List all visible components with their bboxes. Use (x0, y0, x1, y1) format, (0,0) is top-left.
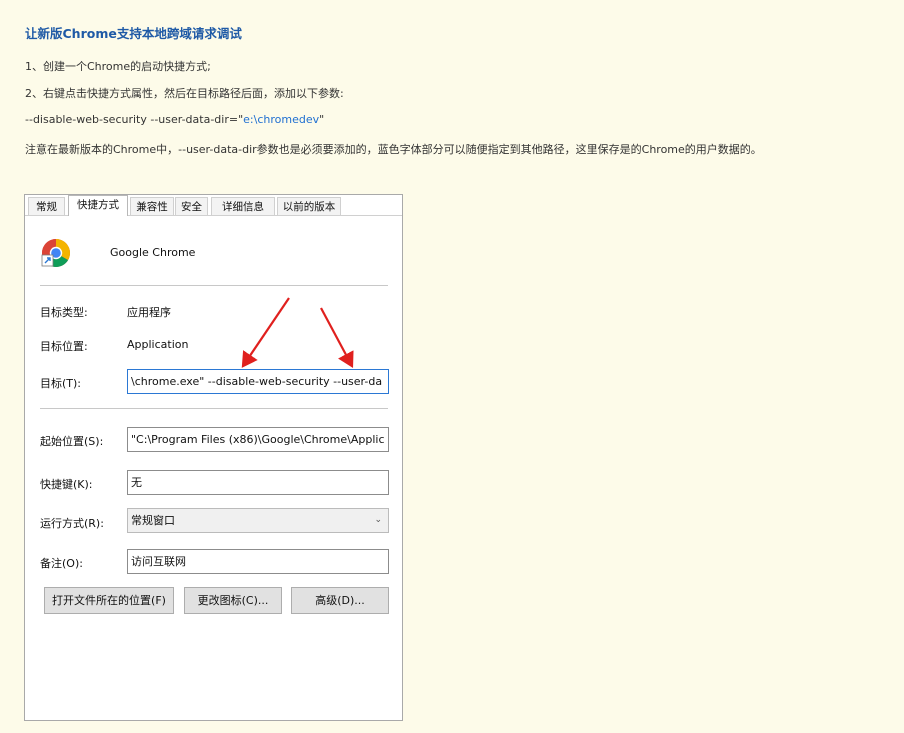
target-type-value: 应用程序 (127, 306, 171, 319)
parameter-line: --disable-web-security --user-data-dir="… (25, 113, 324, 126)
tab-security[interactable]: 安全 (175, 197, 208, 215)
app-name: Google Chrome (110, 246, 196, 259)
tab-details[interactable]: 详细信息 (211, 197, 275, 215)
chevron-down-icon: ⌄ (374, 515, 382, 525)
run-label: 运行方式(R): (40, 517, 104, 530)
start-in-label: 起始位置(S): (40, 435, 104, 448)
chrome-shortcut-icon (41, 239, 70, 267)
tab-bar: 常规 快捷方式 兼容性 安全 详细信息 以前的版本 (25, 195, 402, 216)
open-file-location-button[interactable]: 打开文件所在的位置(F) (44, 587, 174, 614)
target-label: 目标(T): (40, 377, 82, 390)
run-select[interactable]: 常规窗口 ⌄ (127, 508, 389, 533)
start-in-input[interactable]: "C:\Program Files (x86)\Google\Chrome\Ap… (127, 427, 389, 452)
step-1-text: 1、创建一个Chrome的启动快捷方式; (25, 60, 211, 73)
comment-input[interactable]: 访问互联网 (127, 549, 389, 574)
tab-previous-versions[interactable]: 以前的版本 (277, 197, 341, 215)
change-icon-button[interactable]: 更改图标(C)... (184, 587, 282, 614)
target-type-label: 目标类型: (40, 306, 88, 319)
shortcut-properties-dialog: 常规 快捷方式 兼容性 安全 详细信息 以前的版本 Google Chrome … (24, 194, 403, 721)
parameter-prefix: --disable-web-security --user-data-dir=" (25, 113, 244, 126)
tab-shortcut[interactable]: 快捷方式 (68, 195, 128, 216)
parameter-path-highlight: e:\chromedev (243, 113, 320, 126)
shortcut-key-label: 快捷键(K): (40, 478, 93, 491)
target-location-label: 目标位置: (40, 340, 88, 353)
tab-compatibility[interactable]: 兼容性 (130, 197, 174, 215)
run-select-value: 常规窗口 (131, 514, 175, 527)
target-location-value: Application (127, 338, 189, 351)
advanced-button[interactable]: 高级(D)... (291, 587, 389, 614)
step-2-text: 2、右键点击快捷方式属性，然后在目标路径后面，添加以下参数: (25, 87, 344, 100)
shortcut-key-input[interactable]: 无 (127, 470, 389, 495)
comment-label: 备注(O): (40, 557, 83, 570)
separator (40, 285, 388, 286)
target-input[interactable]: \chrome.exe" --disable-web-security --us… (127, 369, 389, 394)
tab-general[interactable]: 常规 (28, 197, 65, 215)
note-text: 注意在最新版本的Chrome中，--user-data-dir参数也是必须要添加… (25, 143, 762, 156)
parameter-suffix: " (319, 113, 325, 126)
article-title: 让新版Chrome支持本地跨域请求调试 (25, 26, 242, 41)
separator (40, 408, 388, 409)
